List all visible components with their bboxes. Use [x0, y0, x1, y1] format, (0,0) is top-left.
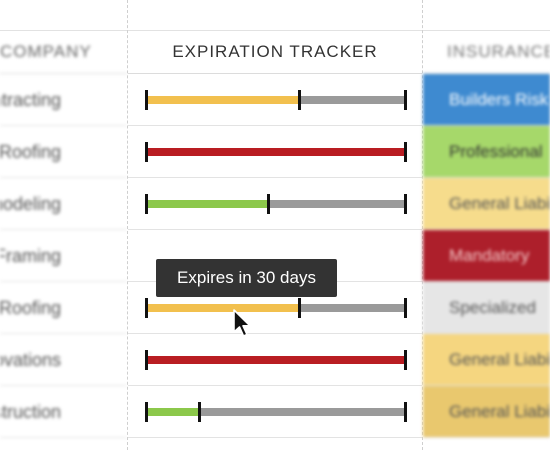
expiration-bar-fill: [147, 148, 405, 156]
company-header-label: COMPANY: [0, 42, 92, 61]
bar-start-tick: [145, 90, 148, 110]
expiration-bar-fill: [147, 408, 199, 416]
tracker-row[interactable]: [128, 126, 422, 178]
company-name: Contracting: [0, 90, 61, 110]
company-name: Renovations: [0, 350, 61, 370]
bar-end-tick: [404, 350, 407, 370]
bar-start-tick: [145, 350, 148, 370]
company-name: Framing: [0, 246, 61, 266]
bar-marker-tick: [298, 90, 302, 110]
tracker-header[interactable]: EXPIRATION TRACKER: [128, 30, 422, 74]
company-header[interactable]: COMPANY: [0, 30, 127, 74]
expiration-bar-fill: [147, 96, 300, 104]
bar-end-tick: [404, 402, 407, 422]
mouse-cursor-icon: [233, 309, 251, 337]
bar-start-tick: [145, 298, 148, 318]
company-column: COMPANY Contracting Roofing Remodeling F…: [0, 0, 127, 450]
expiration-bar-fill: [147, 304, 300, 312]
table-row[interactable]: Roofing: [0, 282, 127, 334]
insurance-cell[interactable]: General Liability: [423, 178, 550, 230]
insurance-cell[interactable]: General Liability: [423, 334, 550, 386]
bar-end-tick: [404, 194, 407, 214]
bar-start-tick: [145, 194, 148, 214]
tracker-row[interactable]: [128, 178, 422, 230]
bar-marker-tick: [197, 402, 201, 422]
company-name: Construction: [0, 402, 61, 422]
table-row[interactable]: Framing: [0, 230, 127, 282]
bar-end-tick: [404, 298, 407, 318]
expiration-bar-fill: [147, 200, 269, 208]
tracker-row[interactable]: [128, 334, 422, 386]
table-row[interactable]: Contracting: [0, 74, 127, 126]
expiration-bar[interactable]: [147, 304, 405, 312]
expiration-bar[interactable]: [147, 408, 405, 416]
expiration-bar[interactable]: [147, 148, 405, 156]
tracker-row[interactable]: [128, 386, 422, 438]
expiration-bar[interactable]: [147, 356, 405, 364]
table-row[interactable]: Roofing: [0, 126, 127, 178]
tracker-row[interactable]: [128, 74, 422, 126]
insurance-header[interactable]: INSURANCE: [423, 30, 550, 74]
insurance-cell[interactable]: Specialized: [423, 282, 550, 334]
expiration-bar[interactable]: [147, 200, 405, 208]
insurance-cell[interactable]: Mandatory: [423, 230, 550, 282]
bar-marker-tick: [267, 194, 271, 214]
insurance-column: INSURANCE Builders Risk Professional Gen…: [423, 0, 550, 450]
insurance-cell[interactable]: General Liability: [423, 386, 550, 438]
bar-start-tick: [145, 142, 148, 162]
insurance-cell[interactable]: Professional: [423, 126, 550, 178]
expiration-bar-fill: [147, 356, 405, 364]
bar-end-tick: [404, 142, 407, 162]
tracker-column: EXPIRATION TRACKER: [127, 0, 423, 450]
bar-end-tick: [404, 90, 407, 110]
bar-start-tick: [145, 402, 148, 422]
expiration-bar[interactable]: [147, 96, 405, 104]
bar-marker-tick: [298, 298, 302, 318]
expiration-table: COMPANY Contracting Roofing Remodeling F…: [0, 0, 550, 450]
table-row[interactable]: Remodeling: [0, 178, 127, 230]
table-row[interactable]: Renovations: [0, 334, 127, 386]
company-name: Roofing: [0, 298, 61, 318]
table-row[interactable]: Construction: [0, 386, 127, 438]
company-name: Remodeling: [0, 194, 61, 214]
insurance-cell[interactable]: Builders Risk: [423, 74, 550, 126]
expiration-tooltip: Expires in 30 days: [156, 259, 337, 297]
company-name: Roofing: [0, 142, 61, 162]
